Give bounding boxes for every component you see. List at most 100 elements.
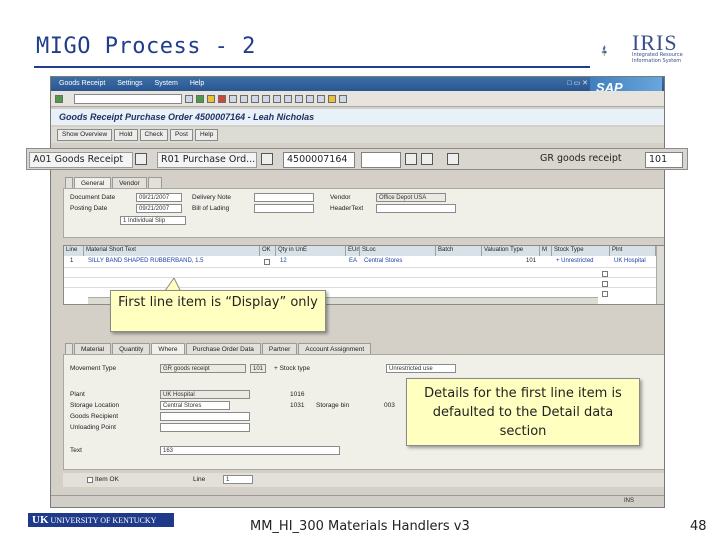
grid-icon[interactable] <box>447 153 459 165</box>
execute-icon[interactable] <box>421 153 433 165</box>
show-overview-button[interactable]: Show Overview <box>57 129 113 141</box>
line-label: Line <box>193 476 206 483</box>
shortcut-icon[interactable] <box>317 94 325 103</box>
col-qty[interactable]: Qty in UnE <box>276 246 346 256</box>
find-next-icon[interactable] <box>251 94 259 103</box>
help-icon[interactable] <box>328 94 336 103</box>
command-field[interactable] <box>74 93 182 104</box>
storage-bin-label: Storage bin <box>316 402 350 409</box>
check-button[interactable]: Check <box>139 129 168 141</box>
enter-icon[interactable] <box>55 94 63 103</box>
storage-location-field[interactable]: Central Stores <box>160 401 230 410</box>
col-material-short-text[interactable]: Material Short Text <box>84 246 260 256</box>
stock-type-dropdown[interactable]: Unrestricted use <box>386 364 456 373</box>
detail-collapse-icon[interactable] <box>65 343 73 354</box>
col-ok[interactable]: OK <box>260 246 276 256</box>
detail-tabs: Material Quantity Where Purchase Order D… <box>65 343 372 354</box>
table-scrollbar[interactable] <box>656 246 664 304</box>
row-material-text: SILLY BAND SHAPED RUBBERBAND, 1.5 <box>88 258 204 264</box>
callout-details: Details for the first line item is defau… <box>406 378 640 446</box>
col-stock-type[interactable]: Stock Type <box>552 246 610 256</box>
stock-type-icon[interactable] <box>602 281 608 287</box>
col-sloc[interactable]: SLoc <box>360 246 436 256</box>
movement-type-field[interactable]: 101 <box>645 152 683 168</box>
tab-material[interactable]: Material <box>74 343 112 354</box>
application-toolbar: Show Overview Hold Check Post Help <box>51 127 664 143</box>
menu-help[interactable]: Help <box>190 80 204 87</box>
stock-type-icon[interactable] <box>602 271 608 277</box>
tab-partner[interactable]: Partner <box>261 343 298 354</box>
unloading-point-field[interactable] <box>160 423 250 432</box>
bill-of-lading-field[interactable] <box>254 204 314 213</box>
dropdown-icon[interactable] <box>135 153 147 165</box>
clock-icon[interactable] <box>405 153 417 165</box>
find-icon[interactable] <box>240 94 248 103</box>
menu-system[interactable]: System <box>155 80 178 87</box>
cancel-icon[interactable] <box>218 94 226 103</box>
print-icon[interactable] <box>229 94 237 103</box>
plant-code: 1016 <box>290 391 305 398</box>
tab-collapse-icon[interactable] <box>65 177 73 188</box>
item-ok-detail-checkbox[interactable] <box>87 477 93 483</box>
save-icon[interactable] <box>185 94 193 103</box>
window-controls[interactable]: □ ▭ ✕ <box>567 79 588 87</box>
standard-toolbar <box>51 91 664 107</box>
row-batch <box>436 257 480 267</box>
university-logo: UK UNIVERSITY OF KENTUCKY <box>28 513 174 527</box>
header-text-field[interactable] <box>376 204 456 213</box>
document-date-field[interactable]: 09/21/2007 <box>136 193 182 202</box>
col-batch[interactable]: Batch <box>436 246 482 256</box>
movement-code-field: 101 <box>250 364 266 373</box>
col-plant[interactable]: Plnt <box>610 246 656 256</box>
layout-icon[interactable] <box>339 94 347 103</box>
screen-title: Goods Receipt Purchase Order 4500007164 … <box>51 109 664 125</box>
status-bar: INS <box>51 495 664 507</box>
item-field[interactable] <box>361 152 401 168</box>
detail-footer: Item OK Line 1 <box>63 473 664 487</box>
slide: MIGO Process - 2 IRIS Integrated Resourc… <box>0 0 720 540</box>
slip-dropdown[interactable]: 1 Individual Slip <box>120 216 186 225</box>
header-tabs: General Vendor <box>65 177 162 188</box>
tab-where[interactable]: Where <box>151 343 185 354</box>
tab-general[interactable]: General <box>74 177 112 188</box>
hold-button[interactable]: Hold <box>114 129 138 141</box>
prev-page-icon[interactable] <box>273 94 281 103</box>
exit-icon[interactable] <box>207 94 215 103</box>
tab-vendor[interactable]: Vendor <box>112 177 147 188</box>
tab-account-assignment[interactable]: Account Assignment <box>298 343 372 354</box>
help-button[interactable]: Help <box>194 129 219 141</box>
dropdown-icon[interactable] <box>261 153 273 165</box>
stock-type-icon[interactable] <box>602 291 608 297</box>
item-ok-checkbox[interactable] <box>264 259 270 265</box>
tab-quantity[interactable]: Quantity <box>112 343 151 354</box>
last-page-icon[interactable] <box>295 94 303 103</box>
row-stock-type: + Unrestricted <box>556 258 594 264</box>
col-valuation-type[interactable]: Valuation Type <box>482 246 540 256</box>
action-dropdown[interactable]: A01 Goods Receipt <box>29 152 133 168</box>
iris-flower-icon <box>601 45 607 56</box>
delivery-note-field[interactable] <box>254 193 314 202</box>
col-eun[interactable]: EUn <box>346 246 360 256</box>
slide-title: MIGO Process - 2 <box>36 34 256 59</box>
po-number-field[interactable]: 4500007164 <box>283 152 355 168</box>
posting-date-field[interactable]: 09/21/2007 <box>136 204 182 213</box>
line-field[interactable]: 1 <box>223 475 253 484</box>
tab-purchase-order-data[interactable]: Purchase Order Data <box>185 343 261 354</box>
post-button[interactable]: Post <box>169 129 193 141</box>
goods-recipient-field[interactable] <box>160 412 250 421</box>
col-line[interactable]: Line <box>64 246 84 256</box>
header-text-label: HeaderText <box>330 205 364 212</box>
tab-more-icon[interactable] <box>147 177 162 188</box>
uk-logo-mark: UK <box>32 514 49 526</box>
text-field[interactable]: 163 <box>160 446 340 455</box>
new-session-icon[interactable] <box>306 94 314 103</box>
row-eun: EA <box>349 258 358 264</box>
next-page-icon[interactable] <box>284 94 292 103</box>
status-right: INS <box>623 498 634 504</box>
menu-goods-receipt[interactable]: Goods Receipt <box>59 80 105 87</box>
col-m[interactable]: M <box>540 246 552 256</box>
first-page-icon[interactable] <box>262 94 270 103</box>
reference-dropdown[interactable]: R01 Purchase Ord... <box>157 152 257 168</box>
menu-settings[interactable]: Settings <box>117 80 142 87</box>
back-icon[interactable] <box>196 94 204 103</box>
